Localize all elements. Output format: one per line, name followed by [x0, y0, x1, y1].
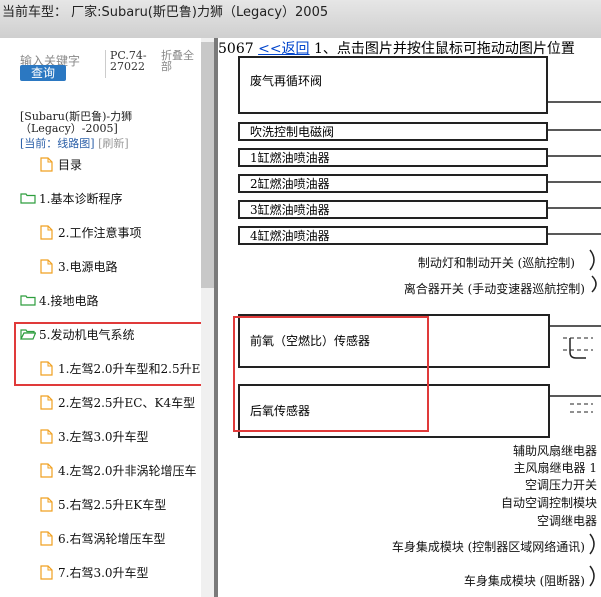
tree-item-label: 目录 — [58, 157, 83, 172]
pc-code: PC.74-27022 — [110, 49, 147, 73]
component-label: 空调压力开关 — [524, 478, 597, 492]
component-label: 制动灯和制动开关 (巡航控制) — [417, 256, 575, 270]
query-button[interactable]: 查询 — [20, 65, 66, 81]
tree-item[interactable]: 4.接地电路 — [20, 287, 98, 313]
component-label: 2缸燃油喷油器 — [250, 177, 330, 191]
page-icon — [40, 462, 53, 478]
tree-item[interactable]: 5.右驾2.5升EK车型 — [40, 491, 166, 517]
current-label: [当前：线路图] — [20, 137, 95, 150]
component-label: 1缸燃油喷油器 — [250, 151, 330, 165]
highlight-box — [233, 316, 429, 432]
tree-item[interactable]: 3.电源电路 — [40, 253, 117, 279]
component-label: 空调继电器 — [536, 514, 597, 528]
search-area: 输入关键字 查询 PC.74-27022 折叠全部 — [0, 38, 201, 108]
tree-item-label: 2.左驾2.5升EC、K4车型 — [58, 395, 196, 410]
tree-item[interactable]: 6.右驾涡轮增压车型 — [40, 525, 165, 551]
component-label: 废气再循环阀 — [250, 74, 323, 88]
page-icon — [40, 496, 53, 512]
page-icon — [40, 530, 53, 546]
tree-item[interactable]: 2.工作注意事项 — [40, 219, 141, 245]
component-label: 车身集成模块 (阻断器) — [463, 574, 585, 588]
component-label: 4缸燃油喷油器 — [250, 229, 330, 243]
page-icon — [40, 394, 53, 410]
tree-item[interactable]: 7.右驾3.0升车型 — [40, 559, 149, 585]
tree-item[interactable]: 2.左驾2.5升EC、K4车型 — [40, 389, 195, 415]
sidebar: 输入关键字 查询 PC.74-27022 折叠全部 [Subaru(斯巴鲁)-力… — [0, 38, 201, 597]
tree-item-label: 2.工作注意事项 — [58, 225, 142, 240]
tree-item[interactable]: 目录 — [40, 151, 82, 177]
folder-icon — [20, 193, 36, 204]
tree-item-label: 3.电源电路 — [58, 259, 118, 274]
model-text: [Subaru(斯巴鲁)-力狮（Legacy）-2005] — [20, 110, 133, 135]
component-label: 3缸燃油喷油器 — [250, 203, 330, 217]
tree-item-label: 6.右驾涡轮增压车型 — [58, 531, 166, 546]
folder-icon — [20, 295, 36, 306]
tree-item[interactable]: 3.左驾3.0升车型 — [40, 423, 149, 449]
page-icon — [40, 156, 53, 172]
component-box: 废气再循环阀 — [238, 56, 548, 114]
tree-item-label: 4.左驾2.0升非涡轮增压车 — [58, 463, 197, 478]
component-label: 车身集成模块 (控制器区域网络通讯) — [391, 540, 585, 554]
refresh-button[interactable]: [刷新] — [98, 137, 129, 150]
vehicle-title: 当前车型： 厂家:Subaru(斯巴鲁)力狮（Legacy）2005 — [2, 5, 329, 20]
tree-item-label: 5.右驾2.5升EK车型 — [58, 497, 167, 512]
component-box: 吹洗控制电磁阀 — [238, 122, 548, 141]
divider — [105, 50, 106, 78]
page-icon — [40, 224, 53, 240]
component-box: 4缸燃油喷油器 — [238, 226, 548, 245]
tree-item-label: 7.右驾3.0升车型 — [58, 565, 149, 580]
tree-item-label: 1.基本诊断程序 — [39, 191, 123, 206]
tree-item-label: 3.左驾3.0升车型 — [58, 429, 149, 444]
tree-item-label: 4.接地电路 — [39, 293, 99, 308]
component-label: 离合器开关 (手动变速器巡航控制) — [403, 282, 585, 296]
highlight-box — [14, 322, 201, 386]
component-label: 辅助风扇继电器 — [512, 444, 597, 458]
scrollbar-thumb[interactable] — [201, 42, 214, 288]
page-icon — [40, 258, 53, 274]
wiring-diagram[interactable]: 5067 <<返回 1、点击图片并按住鼠标可拖动动图片位置 废气再循环阀 吹洗控… — [218, 38, 601, 597]
component-label: 吹洗控制电磁阀 — [250, 125, 335, 139]
component-box: 3缸燃油喷油器 — [238, 200, 548, 219]
page-icon — [40, 428, 53, 444]
component-label: 自动空调控制模块 — [500, 496, 597, 510]
tree-item[interactable]: 4.左驾2.0升非涡轮增压车 — [40, 457, 197, 483]
title-bar: 当前车型： 厂家:Subaru(斯巴鲁)力狮（Legacy）2005 — [0, 0, 601, 39]
tree-item[interactable]: 1.基本诊断程序 — [20, 185, 122, 211]
current-location: [当前：线路图] [刷新] — [20, 135, 129, 151]
fold-all-button[interactable]: 折叠全部 — [161, 50, 201, 72]
page-icon — [40, 564, 53, 580]
component-box: 1缸燃油喷油器 — [238, 148, 548, 167]
component-label: 主风扇继电器 1 — [513, 461, 597, 475]
component-box: 2缸燃油喷油器 — [238, 174, 548, 193]
